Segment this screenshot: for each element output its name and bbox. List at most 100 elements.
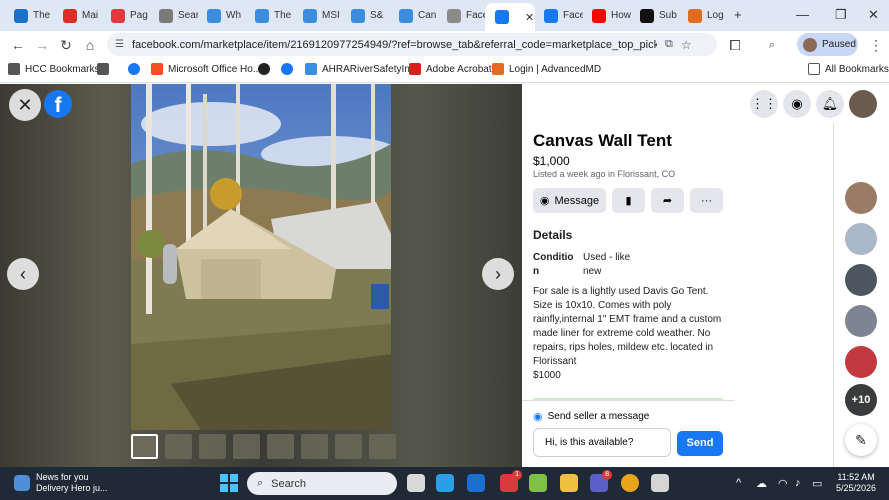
browser-tab[interactable]: Sub [630, 4, 679, 27]
bookmark-item[interactable] [97, 63, 109, 75]
install-app-icon[interactable]: ⧉ [665, 38, 673, 51]
contact-avatar[interactable] [845, 182, 877, 214]
tab-close-icon[interactable]: ✕ [525, 11, 534, 24]
site-info-icon[interactable]: ☰ [115, 39, 124, 50]
taskbar-search[interactable]: ⌕ Search [247, 472, 397, 495]
extensions-icon[interactable]: ⧠ [725, 35, 745, 55]
browser-tab[interactable]: S& [341, 4, 390, 27]
browser-menu-icon[interactable]: ⋮ [866, 35, 886, 55]
messenger-icon[interactable]: ◉ [783, 90, 811, 118]
notifications-bell-icon[interactable]: 🔔︎ [816, 90, 844, 118]
home-icon[interactable]: ⌂ [80, 35, 100, 55]
contact-avatar[interactable] [845, 223, 877, 255]
store-icon[interactable] [529, 474, 547, 492]
bookmark-item[interactable]: Microsoft Office Ho... [151, 63, 261, 75]
folder-icon [808, 63, 820, 75]
all-bookmarks[interactable]: All Bookmarks [808, 63, 889, 75]
share-arrow-icon: ➦ [662, 195, 673, 207]
photo-thumbnail[interactable] [301, 434, 328, 459]
browser-tab[interactable]: The [4, 4, 54, 27]
browser-tab[interactable]: Wh [197, 4, 246, 27]
previous-image-button[interactable]: ‹ [7, 258, 39, 290]
outlook-icon[interactable] [467, 474, 485, 492]
minimize-button[interactable]: — [796, 7, 809, 22]
next-image-button[interactable]: › [482, 258, 514, 290]
bookmark-item[interactable]: Login | AdvancedMD [492, 63, 601, 75]
browser-tab[interactable]: Pag [101, 4, 150, 27]
browser-tab[interactable]: Mai [53, 4, 102, 27]
message-button[interactable]: ◉ Message [533, 188, 606, 213]
message-input[interactable] [533, 428, 671, 457]
bookmark-item[interactable]: AHRARiverSafetyInf... [305, 63, 421, 75]
teams-icon[interactable]: 8 [590, 470, 612, 492]
photo-thumbnail[interactable] [369, 434, 396, 459]
save-listing-button[interactable]: ▮ [612, 188, 645, 213]
volume-icon[interactable]: ♪ [795, 477, 801, 489]
photo-thumbnail[interactable] [267, 434, 294, 459]
bookmark-item[interactable]: HCC Bookmarks [8, 63, 99, 75]
snipping-tool-icon[interactable] [651, 474, 669, 492]
browser-tab[interactable]: Face [437, 4, 486, 27]
browser-tab[interactable]: Log [678, 4, 727, 27]
close-viewer-button[interactable]: ✕ [9, 89, 41, 121]
forward-arrow-icon[interactable]: → [32, 35, 52, 55]
mail-app-icon[interactable]: 1 [500, 470, 522, 492]
battery-icon[interactable]: ▭ [812, 477, 822, 490]
chrome-icon[interactable] [621, 474, 639, 492]
more-contacts-badge[interactable]: +10 [845, 384, 877, 416]
back-arrow-icon[interactable]: ← [8, 35, 28, 55]
onedrive-icon[interactable]: ☁ [756, 477, 767, 490]
taskbar-clock[interactable]: 11:52 AM 5/25/2026 [836, 472, 876, 494]
profile-button[interactable]: Paused [797, 33, 858, 56]
new-tab-button[interactable]: + [734, 7, 742, 22]
url-text[interactable]: facebook.com/marketplace/item/2169120977… [132, 39, 657, 51]
bookmark-star-icon[interactable]: ☆ [681, 38, 692, 52]
task-view-icon[interactable] [407, 474, 425, 492]
contact-avatar[interactable] [845, 346, 877, 378]
photo-thumbnail[interactable] [233, 434, 260, 459]
browser-tab[interactable]: Can [389, 4, 438, 27]
advancedmd-icon [492, 63, 504, 75]
browser-tab[interactable]: MSI [293, 4, 342, 27]
news-widget[interactable]: News for you Delivery Hero ju... [14, 472, 108, 494]
facebook-icon [128, 63, 140, 75]
wifi-icon[interactable]: ◠ [778, 477, 788, 490]
file-explorer-icon[interactable] [560, 474, 578, 492]
reload-icon[interactable]: ↻ [56, 35, 76, 55]
tab-favicon-icon [14, 8, 28, 23]
browser-tab[interactable]: Sear [149, 4, 198, 27]
new-message-compose-icon[interactable]: ✎ [845, 424, 877, 456]
share-button[interactable]: ➦ [651, 188, 684, 213]
restore-button[interactable]: ❐ [835, 7, 847, 23]
tab-title: The [33, 10, 51, 21]
windows-start-icon[interactable] [220, 474, 238, 492]
account-avatar[interactable] [849, 90, 877, 118]
tab-search-icon[interactable]: ⌕ [762, 35, 782, 55]
facebook-logo-icon[interactable]: f [44, 90, 72, 118]
tab-favicon-icon [495, 10, 509, 24]
profile-avatar [803, 37, 817, 52]
bookmark-item[interactable]: Adobe Acrobat [409, 63, 492, 75]
url-omnibox[interactable]: ☰ facebook.com/marketplace/item/21691209… [107, 33, 717, 56]
browser-tab[interactable]: Face [534, 4, 583, 27]
browser-tab[interactable]: ✕ [485, 3, 535, 31]
bookmark-item[interactable] [128, 63, 140, 75]
send-button[interactable]: Send [677, 431, 723, 456]
browser-tab[interactable]: The [245, 4, 294, 27]
contact-avatar[interactable] [845, 305, 877, 337]
photo-thumbnail[interactable] [131, 434, 158, 459]
bookmark-item[interactable] [258, 63, 270, 75]
tab-favicon-icon [255, 8, 269, 23]
menu-grid-icon[interactable]: ⋮⋮ [750, 90, 778, 118]
close-window-button[interactable]: ✕ [868, 7, 879, 23]
browser-tab[interactable]: How [582, 4, 631, 27]
tray-overflow-icon[interactable]: ^ [736, 477, 741, 489]
photo-thumbnail[interactable] [165, 434, 192, 459]
more-options-button[interactable]: ··· [690, 188, 723, 213]
photo-thumbnail[interactable] [335, 434, 362, 459]
photo-thumbnail[interactable] [199, 434, 226, 459]
bookmark-item[interactable] [281, 63, 293, 75]
edge-icon[interactable] [436, 474, 454, 492]
messenger-icon: ◉ [539, 195, 550, 207]
contact-avatar[interactable] [845, 264, 877, 296]
